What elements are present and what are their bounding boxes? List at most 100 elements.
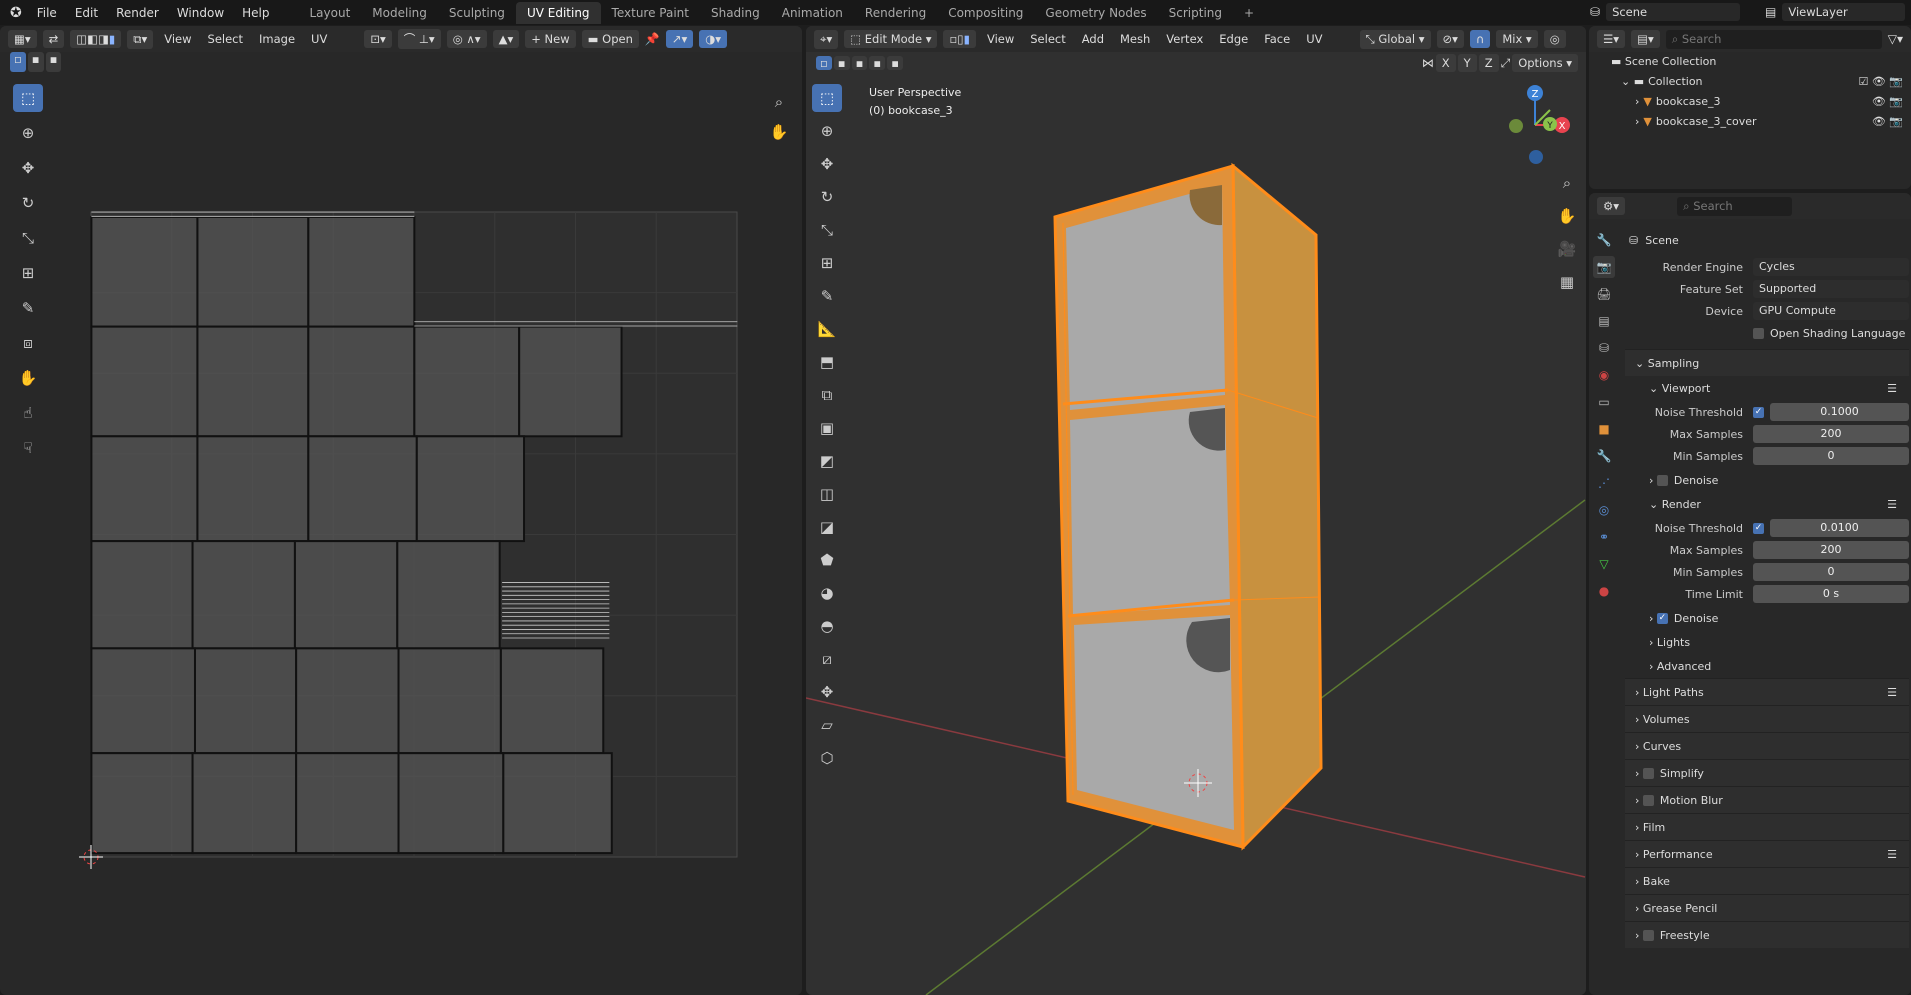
presets-icon[interactable]: ☰ — [1887, 686, 1909, 699]
data-tab-icon[interactable]: ▽ — [1593, 553, 1615, 575]
tab-sculpting[interactable]: Sculpting — [438, 2, 516, 24]
feature-set-dropdown[interactable]: Supported — [1753, 280, 1909, 298]
pinch-tool-icon[interactable]: ☟ — [13, 434, 43, 462]
checkbox[interactable] — [1642, 767, 1654, 779]
shear-tool-icon[interactable]: ▱ — [812, 711, 842, 739]
modifier-tab-icon[interactable]: 🔧 — [1593, 445, 1615, 467]
mirror-icon[interactable]: ⋈ — [1422, 56, 1434, 70]
spin-tool-icon[interactable]: ◕ — [812, 579, 842, 607]
shading-selector[interactable]: Mix ▾ — [1496, 30, 1538, 48]
tab-modeling[interactable]: Modeling — [361, 2, 438, 24]
uv-face[interactable] — [90, 752, 194, 855]
blender-logo-icon[interactable]: ✪ — [0, 5, 28, 21]
scale-tool-icon[interactable]: ⤡ — [13, 224, 43, 252]
mirror-z[interactable]: Z — [1478, 54, 1499, 72]
view-layer-tab-icon[interactable]: ▤ — [1593, 310, 1615, 332]
editor-type-icon[interactable]: ☰▾ — [1597, 30, 1626, 48]
uv-face[interactable] — [295, 752, 400, 855]
transform-tool-icon[interactable]: ⊞ — [13, 259, 43, 287]
select-intersect-icon[interactable]: ▪ — [887, 56, 903, 70]
presets-icon[interactable]: ☰ — [1887, 382, 1909, 395]
uv-face[interactable] — [397, 647, 502, 755]
menu-window[interactable]: Window — [168, 6, 233, 20]
menu-file[interactable]: File — [28, 6, 66, 20]
add-workspace-button[interactable]: + — [1233, 2, 1265, 24]
viewport-noise-threshold-field[interactable]: 0.1000 — [1770, 403, 1909, 421]
menu-help[interactable]: Help — [233, 6, 278, 20]
perspective-grid-icon[interactable]: ▦ — [1552, 268, 1582, 296]
editor-type-icon[interactable]: ⚙▾ — [1597, 197, 1626, 215]
menu-add[interactable]: Add — [1077, 32, 1109, 46]
performance-panel[interactable]: › Performance ☰ — [1625, 840, 1909, 867]
tab-animation[interactable]: Animation — [771, 2, 854, 24]
uv-face[interactable] — [90, 647, 196, 755]
annotate-tool-icon[interactable]: ✎ — [812, 282, 842, 310]
bevel-tool-icon[interactable]: ◩ — [812, 447, 842, 475]
loop-cut-tool-icon[interactable]: ◫ — [812, 480, 842, 508]
menu-edge[interactable]: Edge — [1214, 32, 1253, 46]
visibility-icons[interactable]: ☑ 👁 📷 — [1858, 72, 1911, 92]
uv-face[interactable] — [90, 215, 199, 328]
outliner-search-input[interactable]: ⌕ Search — [1665, 29, 1882, 49]
viewport-min-samples-field[interactable]: 0 — [1753, 447, 1909, 465]
scene-collection-row[interactable]: ▬ Scene Collection — [1611, 52, 1911, 72]
grab-tool-icon[interactable]: ✋ — [13, 364, 43, 392]
object-tab-icon[interactable]: ■ — [1593, 418, 1615, 440]
pivot-icon[interactable]: ⊘▾ — [1436, 30, 1464, 48]
snap-icon[interactable]: ∩ — [1469, 30, 1491, 48]
menu-edit[interactable]: Edit — [66, 6, 107, 20]
select-box-tool-icon[interactable]: ⬚ — [13, 84, 43, 112]
view-layer-selector[interactable]: ViewLayer — [1782, 3, 1905, 21]
rip-tool-icon[interactable]: ⬡ — [812, 744, 842, 772]
auto-merge-icon[interactable]: ⤢ — [1501, 56, 1511, 71]
sampling-panel[interactable]: ⌄ Sampling — [1625, 349, 1909, 376]
volumes-panel[interactable]: › Volumes — [1625, 705, 1909, 732]
freestyle-panel[interactable]: › Freestyle — [1625, 921, 1909, 948]
presets-icon[interactable]: ☰ — [1887, 498, 1909, 511]
menu-mesh[interactable]: Mesh — [1115, 32, 1155, 46]
navigation-gizmo[interactable]: Z X Y — [1509, 85, 1570, 164]
render-min-samples-field[interactable]: 0 — [1753, 563, 1909, 581]
uv-face[interactable] — [196, 215, 310, 328]
menu-view[interactable]: View — [982, 32, 1019, 46]
uv-face[interactable] — [191, 752, 298, 855]
pan-hand-icon[interactable]: ✋ — [764, 118, 794, 146]
render-subpanel[interactable]: ⌄ Render ☰ — [1625, 492, 1909, 516]
move-tool-icon[interactable]: ✥ — [812, 150, 842, 178]
uv-face[interactable] — [196, 325, 310, 438]
uv-face[interactable] — [193, 647, 298, 755]
light-paths-panel[interactable]: › Light Paths ☰ — [1625, 678, 1909, 705]
constraints-tab-icon[interactable]: ⚭ — [1593, 526, 1615, 548]
motion-blur-panel[interactable]: › Motion Blur — [1625, 786, 1909, 813]
menu-face[interactable]: Face — [1259, 32, 1295, 46]
output-tab-icon[interactable]: 🖨 — [1593, 283, 1615, 305]
cursor-tool-icon[interactable]: ⊕ — [812, 117, 842, 145]
uv-face[interactable] — [307, 215, 416, 328]
uv-face[interactable] — [196, 435, 310, 543]
mirror-x[interactable]: X — [1435, 54, 1456, 72]
outliner-item-bookcase-3[interactable]: › ▼ bookcase_3 👁 📷 — [1611, 92, 1911, 112]
checkbox[interactable] — [1642, 929, 1654, 941]
select-extend-icon[interactable]: ▪ — [833, 56, 850, 70]
render-engine-dropdown[interactable]: Cycles — [1753, 258, 1909, 276]
time-limit-field[interactable]: 0 s — [1753, 585, 1909, 603]
particles-tab-icon[interactable]: ⋰ — [1593, 472, 1615, 494]
tab-compositing[interactable]: Compositing — [937, 2, 1034, 24]
physics-tab-icon[interactable]: ◎ — [1593, 499, 1615, 521]
extrude-tool-icon[interactable]: ⧉ — [812, 381, 842, 409]
select-box-tool-icon[interactable]: ⬚ — [812, 84, 842, 112]
viewport-denoise-subpanel[interactable]: › Denoise — [1625, 468, 1909, 492]
render-tab-icon[interactable]: 📷 — [1593, 256, 1615, 278]
move-tool-icon[interactable]: ✥ — [13, 154, 43, 182]
viewport-subpanel[interactable]: ⌄ Viewport ☰ — [1625, 376, 1909, 400]
device-dropdown[interactable]: GPU Compute — [1753, 302, 1909, 320]
checkbox[interactable]: ✓ — [1656, 612, 1668, 624]
bake-panel[interactable]: › Bake — [1625, 867, 1909, 894]
lights-subpanel[interactable]: › Lights — [1625, 630, 1909, 654]
smooth-tool-icon[interactable]: ◓ — [812, 612, 842, 640]
uv-face[interactable] — [295, 647, 400, 755]
add-cube-tool-icon[interactable]: ⬒ — [812, 348, 842, 376]
mode-selector[interactable]: ⬚ Edit Mode ▾ — [844, 30, 938, 48]
mesh-select-mode[interactable]: ▫▯▮ — [943, 30, 976, 48]
display-mode-icon[interactable]: ▤▾ — [1631, 30, 1660, 48]
